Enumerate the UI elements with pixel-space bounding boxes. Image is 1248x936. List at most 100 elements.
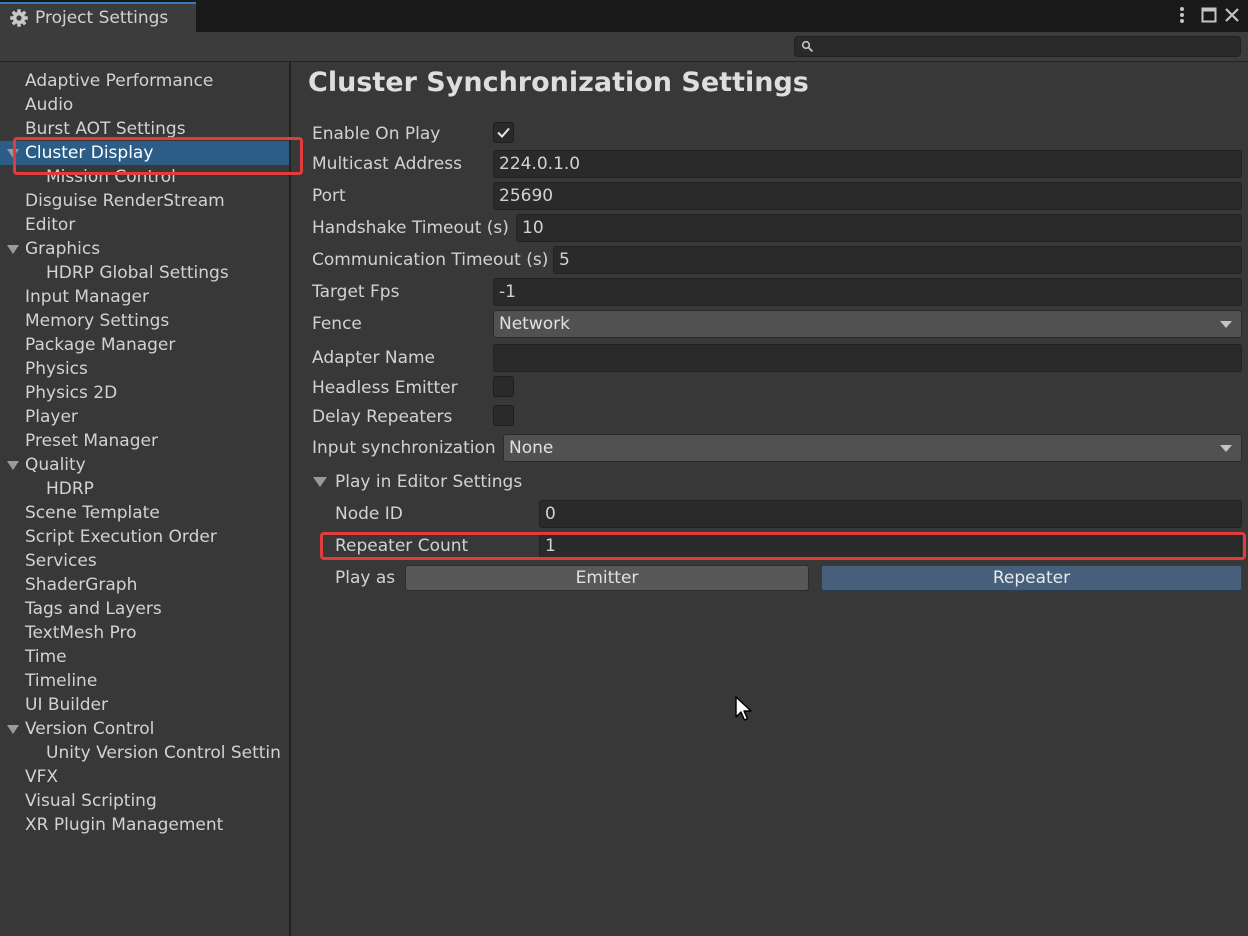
sidebar-item-label: ShaderGraph (25, 575, 138, 595)
sidebar-item-unity-version-control-settin[interactable]: Unity Version Control Settin (0, 741, 289, 765)
expand-arrow-icon[interactable] (7, 725, 19, 734)
sidebar-item-package-manager[interactable]: Package Manager (0, 333, 289, 357)
sidebar-item-label: Input Manager (25, 287, 149, 307)
sidebar-item-disguise-renderstream[interactable]: Disguise RenderStream (0, 189, 289, 213)
sidebar-item-label: Visual Scripting (25, 791, 157, 811)
fence-row: Fence Network (291, 310, 1248, 338)
fence-label: Fence (312, 314, 362, 334)
sidebar-item-hdrp-global-settings[interactable]: HDRP Global Settings (0, 261, 289, 285)
sidebar-item-player[interactable]: Player (0, 405, 289, 429)
checkmark-icon (497, 127, 510, 138)
sidebar-item-label: HDRP (46, 479, 94, 499)
sidebar-item-label: Script Execution Order (25, 527, 217, 547)
delay-repeaters-checkbox[interactable] (493, 405, 514, 426)
sidebar-item-label: Unity Version Control Settin (46, 743, 281, 763)
input-sync-dropdown[interactable]: None (503, 434, 1242, 462)
headless-emitter-label: Headless Emitter (312, 378, 458, 398)
sidebar-item-label: Time (25, 647, 67, 667)
tab-title: Project Settings (35, 8, 169, 28)
sidebar-item-xr-plugin-management[interactable]: XR Plugin Management (0, 813, 289, 837)
emitter-button[interactable]: Emitter (405, 565, 809, 591)
gear-icon (10, 9, 28, 27)
node-id-row: Node ID 0 (291, 500, 1248, 528)
repeater-count-row: Repeater Count 1 (291, 532, 1248, 560)
sidebar-item-label: Adaptive Performance (25, 71, 214, 91)
play-in-editor-foldout[interactable]: Play in Editor Settings (291, 468, 1248, 496)
sidebar-item-label: Disguise RenderStream (25, 191, 225, 211)
sidebar-item-cluster-display[interactable]: Cluster Display (0, 141, 289, 165)
sidebar-item-label: HDRP Global Settings (46, 263, 229, 283)
repeater-button[interactable]: Repeater (821, 565, 1242, 591)
sidebar-item-quality[interactable]: Quality (0, 453, 289, 477)
expand-arrow-icon[interactable] (7, 245, 19, 254)
sidebar-item-version-control[interactable]: Version Control (0, 717, 289, 741)
sidebar-item-burst-aot-settings[interactable]: Burst AOT Settings (0, 117, 289, 141)
search-input[interactable] (817, 38, 1231, 56)
handshake-timeout-field[interactable]: 10 (516, 214, 1242, 242)
sidebar-item-label: Burst AOT Settings (25, 119, 186, 139)
play-as-row: Play as Emitter Repeater (291, 564, 1248, 592)
fence-dropdown[interactable]: Network (493, 310, 1242, 338)
maximize-icon[interactable] (1199, 5, 1219, 25)
sidebar-item-ui-builder[interactable]: UI Builder (0, 693, 289, 717)
repeater-count-field[interactable]: 1 (539, 532, 1242, 560)
headless-emitter-checkbox[interactable] (493, 376, 514, 397)
sidebar-item-shadergraph[interactable]: ShaderGraph (0, 573, 289, 597)
sidebar-item-services[interactable]: Services (0, 549, 289, 573)
sidebar-item-audio[interactable]: Audio (0, 93, 289, 117)
repeater-count-label: Repeater Count (335, 536, 469, 556)
handshake-timeout-row: Handshake Timeout (s) 10 (291, 214, 1248, 242)
expand-arrow-icon[interactable] (7, 461, 19, 470)
kebab-menu-icon[interactable] (1172, 5, 1192, 25)
sidebar-item-timeline[interactable]: Timeline (0, 669, 289, 693)
play-in-editor-label: Play in Editor Settings (335, 472, 523, 492)
enable-on-play-checkbox[interactable] (493, 122, 514, 143)
sidebar-item-graphics[interactable]: Graphics (0, 237, 289, 261)
sidebar-item-tags-and-layers[interactable]: Tags and Layers (0, 597, 289, 621)
window-titlebar: Project Settings (0, 0, 1248, 32)
sidebar-item-adaptive-performance[interactable]: Adaptive Performance (0, 69, 289, 93)
target-fps-label: Target Fps (312, 282, 400, 302)
close-icon[interactable] (1222, 5, 1242, 25)
search-field[interactable] (794, 36, 1241, 57)
sidebar-item-label: Editor (25, 215, 76, 235)
expand-arrow-icon[interactable] (7, 149, 19, 158)
communication-timeout-row: Communication Timeout (s) 5 (291, 246, 1248, 274)
port-field[interactable]: 25690 (493, 182, 1242, 210)
sidebar-item-hdrp[interactable]: HDRP (0, 477, 289, 501)
sidebar-item-label: Memory Settings (25, 311, 170, 331)
sidebar-item-label: Scene Template (25, 503, 160, 523)
multicast-address-row: Multicast Address 224.0.1.0 (291, 150, 1248, 178)
sidebar-item-preset-manager[interactable]: Preset Manager (0, 429, 289, 453)
input-sync-value: None (509, 438, 554, 458)
sidebar-item-time[interactable]: Time (0, 645, 289, 669)
sidebar-item-physics[interactable]: Physics (0, 357, 289, 381)
sidebar-item-label: Graphics (25, 239, 101, 259)
sidebar-item-label: UI Builder (25, 695, 108, 715)
adapter-name-field[interactable] (493, 344, 1242, 372)
sidebar-item-label: Timeline (25, 671, 98, 691)
target-fps-field[interactable]: -1 (493, 278, 1242, 306)
sidebar-item-textmesh-pro[interactable]: TextMesh Pro (0, 621, 289, 645)
sidebar-item-physics-2d[interactable]: Physics 2D (0, 381, 289, 405)
communication-timeout-label: Communication Timeout (s) (312, 250, 549, 270)
communication-timeout-field[interactable]: 5 (553, 246, 1242, 274)
multicast-address-field[interactable]: 224.0.1.0 (493, 150, 1242, 178)
tab-project-settings[interactable]: Project Settings (0, 2, 196, 32)
sidebar-item-scene-template[interactable]: Scene Template (0, 501, 289, 525)
sidebar-item-mission-control[interactable]: Mission Control (0, 165, 289, 189)
foldout-arrow-icon[interactable] (313, 477, 327, 487)
settings-toolbar (0, 32, 1248, 62)
page-title: Cluster Synchronization Settings (308, 67, 809, 98)
sidebar-item-label: Tags and Layers (25, 599, 162, 619)
sidebar-item-editor[interactable]: Editor (0, 213, 289, 237)
node-id-field[interactable]: 0 (539, 500, 1242, 528)
sidebar-item-visual-scripting[interactable]: Visual Scripting (0, 789, 289, 813)
sidebar-item-input-manager[interactable]: Input Manager (0, 285, 289, 309)
sidebar-item-vfx[interactable]: VFX (0, 765, 289, 789)
sidebar-item-memory-settings[interactable]: Memory Settings (0, 309, 289, 333)
delay-repeaters-row: Delay Repeaters (291, 403, 1248, 431)
sidebar-item-script-execution-order[interactable]: Script Execution Order (0, 525, 289, 549)
port-label: Port (312, 186, 346, 206)
enable-on-play-row: Enable On Play (291, 120, 1248, 148)
